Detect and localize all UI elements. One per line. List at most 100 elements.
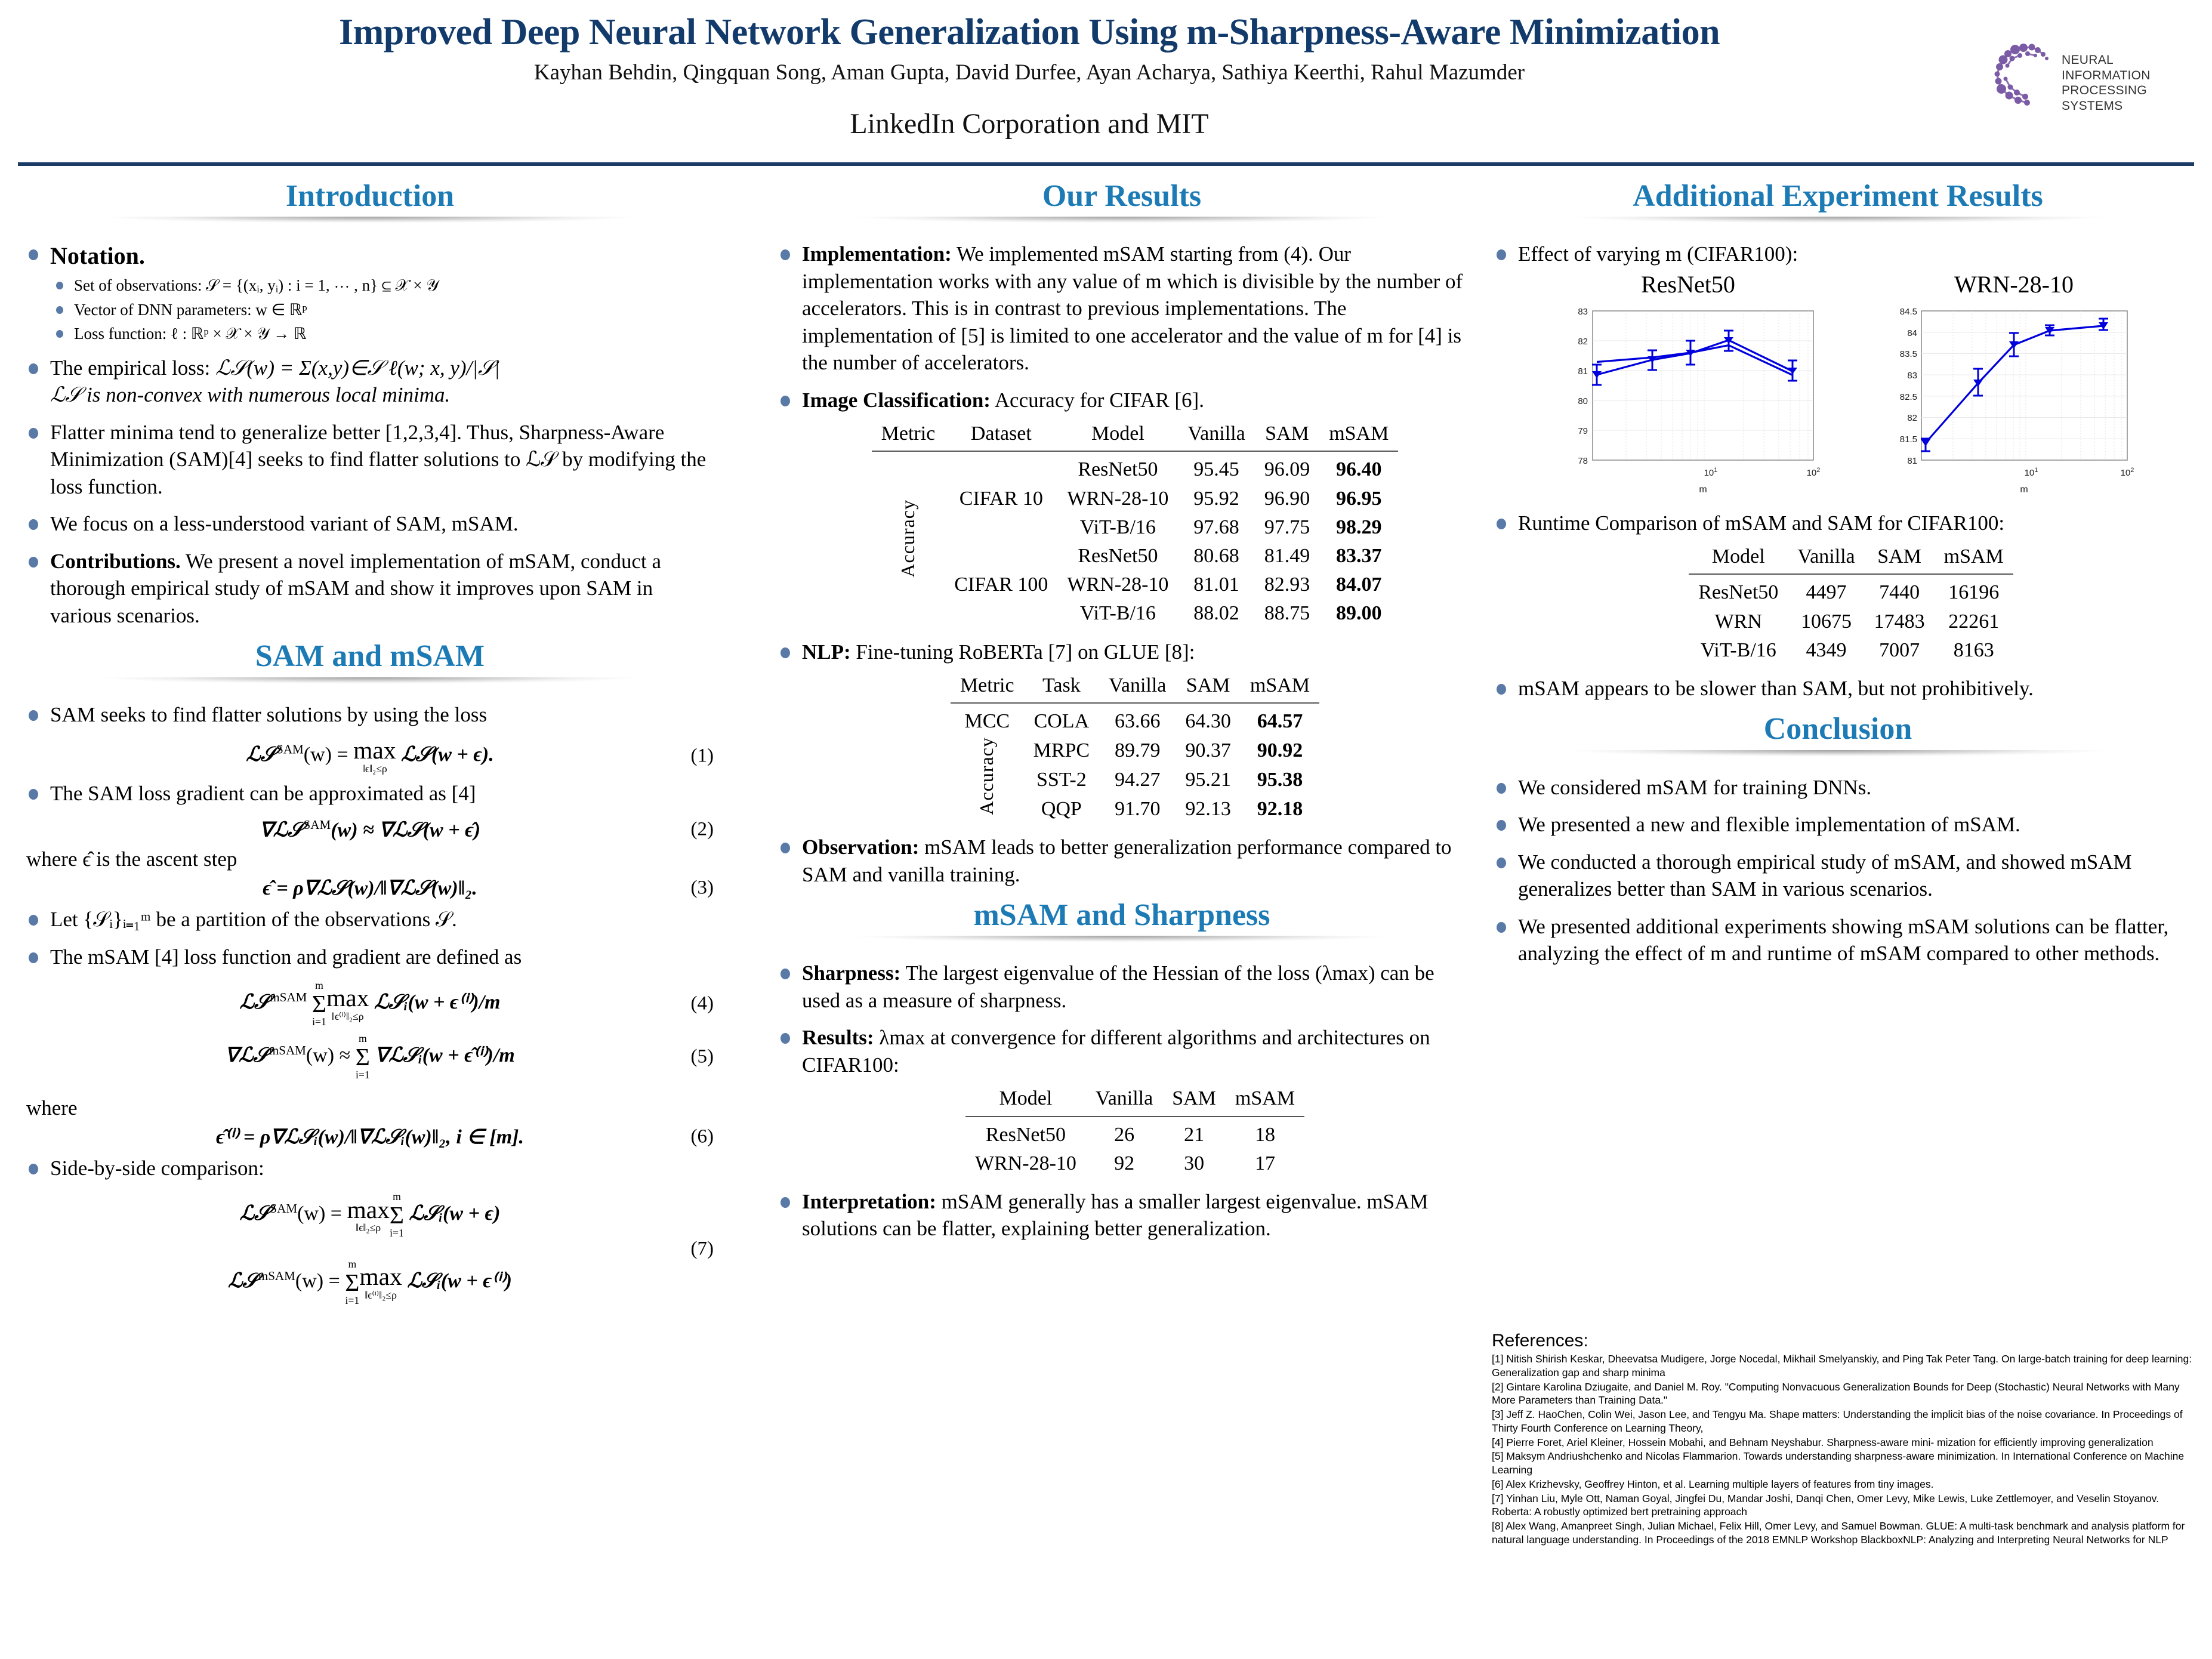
cell-msam: 96.95 [1336,487,1382,510]
list-item-side-by-side: Side-by-side comparison: [24,1155,716,1182]
runtime-text: Runtime Comparison of mSAM and SAM for C… [1518,511,2005,535]
eq6-body: ϵ̂⁽ⁱ⁾ = ρ∇ℒ𝒮ᵢ(w)/‖∇ℒ𝒮ᵢ(w)‖₂, i ∈ [m]. [215,1125,524,1148]
observation-label: Observation: [802,835,920,859]
cell-model: ResNet50 [1078,458,1158,481]
reference-item: [8] Alex Wang, Amanpreet Singh, Julian M… [1492,1520,2185,1546]
sam-gradient-list: The SAM loss gradient can be approximate… [24,780,716,807]
cell-sam: 64.30 [1185,710,1231,733]
cell-sam: 17483 [1874,610,1925,633]
column-header: mSAM [1934,542,2013,575]
svg-text:83.5: 83.5 [1900,349,1917,359]
references-heading: References: [1492,1331,1588,1350]
cell-model: ResNet50 [1698,581,1779,604]
cell-msam: 84.07 [1336,573,1382,596]
cell-model: ViT-B/16 [1079,602,1156,625]
table-row: ViT-B/16 88.02 88.75 89.00 [872,599,1399,628]
list-item-notation: Notation. Set of observations: 𝒮 = {(xᵢ,… [24,240,716,344]
cell-model: ResNet50 [1078,544,1158,567]
eq1-sup: SAM [276,742,304,757]
eq7b-max-subscript: ‖ϵ⁽ⁱ⁾‖₂≤ρ [365,1288,397,1301]
table-row: Accuracy ResNet50 95.45 96.09 96.40 [872,451,1399,577]
cell-sam: 81.49 [1264,544,1310,567]
column-header: mSAM [1225,1084,1305,1117]
eq7b-sum-lower: i=1 [345,1294,360,1307]
table-row: ResNet50 26 21 18 [965,1117,1304,1149]
reference-item: [4] Pierre Foret, Ariel Kleiner, Hossein… [1492,1436,2154,1448]
eq4-lhs: ℒ𝒮 [239,991,270,1014]
comparison-list: Side-by-side comparison: [24,1155,716,1182]
cell-msam: 98.29 [1336,516,1382,538]
list-item-partition: Let {𝒮ᵢ}ᵢ₌₁ᵐ be a partition of the obser… [24,906,716,933]
eq1-lhs: ℒ𝒮 [246,743,277,766]
equation-number: (6) [690,1125,714,1148]
sharpness-eigenvalue-table: Model Vanilla SAM mSAM ResNet50 26 21 18… [965,1084,1305,1178]
cell-model: WRN-28-10 [1067,573,1169,596]
cell-sam: 96.90 [1264,487,1310,510]
section-title-msam-sharpness: mSAM and Sharpness [973,898,1270,933]
cell-model: ResNet50 [985,1123,1066,1146]
neurips-logo-text: NEURAL INFORMATION PROCESSING SYSTEMS [2062,53,2194,113]
equation-number: (3) [690,877,714,899]
table-row: Accuracy MRPC 89.79 90.37 90.92 [951,736,1319,815]
cell-sam: 7440 [1879,581,1920,604]
image-classification-label: Image Classification: [802,388,991,412]
eq4-sup: mSAM [270,989,307,1004]
column-header: mSAM [1240,671,1320,704]
section-title-conclusion: Conclusion [1763,712,1912,747]
svg-text:83: 83 [1907,371,1917,381]
equation-2: ∇ℒ𝒮SAM(w) ≈ ∇ℒ𝒮(w + ϵ̂) (2) [24,818,716,841]
svg-text:79: 79 [1578,426,1588,436]
cell-vanilla: 26 [1114,1123,1135,1146]
interpretation-label: Interpretation: [802,1189,936,1213]
references-section: References: [1] Nitish Shirish Keskar, D… [1492,1331,2196,1547]
neurips-swirl-icon [1994,44,2049,106]
table-row: ResNet50 80.68 81.49 83.37 [872,542,1399,571]
sam-msam-bullet-list: SAM seeks to find flatter solutions by u… [24,701,716,729]
list-item: We conducted a thorough empirical study … [1492,849,2184,903]
cell-sam: 7007 [1879,639,1920,661]
column-header: Metric [950,671,1024,704]
cifar-accuracy-table: Metric Dataset Model Vanilla SAM mSAM Ac… [871,420,1399,628]
svg-text:m: m [1699,485,1707,495]
where-note: where [26,1096,78,1120]
ascent-step-note: where ϵ̂ is the ascent step [26,847,237,871]
eq3-body: ϵ̂ = ρ∇ℒ𝒮(w)/‖∇ℒ𝒮(w)‖₂. [263,877,477,900]
chart-plot-wrn: 84.5 84 83.5 83 82.5 82 81.5 81 101 102 m [1900,307,2134,495]
svg-text:82.5: 82.5 [1900,392,1917,402]
cell-model: ViT-B/16 [1700,639,1776,661]
list-item-runtime: Runtime Comparison of mSAM and SAM for C… [1492,510,2184,665]
cell-msam: 64.57 [1257,710,1303,733]
intro-bullet-list: Notation. Set of observations: 𝒮 = {(xᵢ,… [24,240,716,629]
cell-msam: 96.40 [1336,458,1382,481]
column-additional-results: Additional Experiment Results Effect of … [1492,179,2184,977]
cell-sam: 90.37 [1185,739,1231,761]
cell-msam: 89.00 [1336,602,1382,625]
conclusion-bullet-list: We considered mSAM for training DNNs. We… [1492,774,2184,967]
cell-sam: 21 [1184,1123,1205,1146]
section-title-our-results: Our Results [1042,179,1202,213]
cell-sam: 97.75 [1264,516,1310,538]
cell-msam: 90.92 [1257,739,1303,761]
cell-dataset: CIFAR 10 [959,487,1043,510]
results-text: λmax at convergence for different algori… [802,1026,1430,1077]
chart-plot-resnet50: 83 82 81 80 79 78 101 102 m [1578,307,1820,495]
table-row: ViT-B/16 4349 7007 8163 [1689,636,2013,665]
table-row: ResNet50 4497 7440 16196 [1689,574,2013,607]
cell-msam: 83.37 [1336,544,1382,567]
svg-text:84.5: 84.5 [1900,307,1917,317]
equation-number: (5) [690,1046,714,1068]
list-item-sharpness-results: Results: λmax at convergence for differe… [776,1024,1468,1178]
eq5-rhs: ∇ℒ𝒮ᵢ(w + ϵ̂⁽ⁱ⁾)/m [375,1044,515,1067]
svg-text:81.5: 81.5 [1900,434,1917,445]
nlp-label: NLP: [802,640,851,664]
list-item-sharpness: Sharpness: The largest eigenvalue of the… [776,960,1468,1014]
header-divider [18,162,2194,166]
eq4-sum-lower: i=1 [312,1016,326,1028]
results-bullet-list: Implementation: We implemented mSAM star… [776,240,1468,888]
eq5-sup: mSAM [269,1043,306,1057]
empirical-loss-lead: The empirical loss: [50,356,211,380]
eq4-max: max [326,984,369,1012]
list-item-effect-of-m: Effect of varying m (CIFAR100): ResNet50 [1492,240,2184,499]
table-row: CIFAR 100 WRN-28-10 81.01 82.93 84.07 [872,571,1399,599]
cell-model: WRN-28-10 [974,1152,1076,1174]
